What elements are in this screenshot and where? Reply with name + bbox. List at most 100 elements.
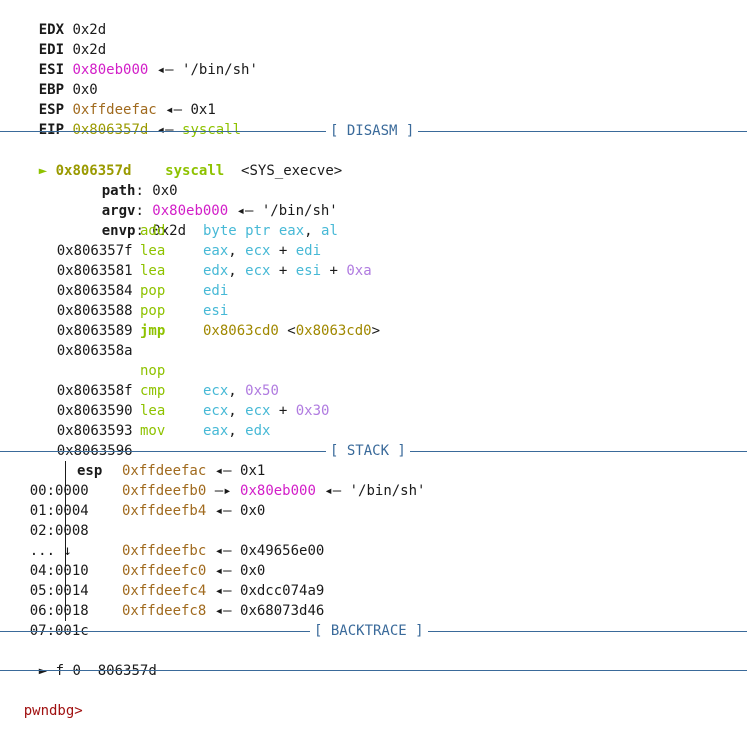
instruction-mnemonic: lea: [140, 263, 166, 279]
backtrace-title: [ BACKTRACE ]: [310, 621, 428, 641]
stack-address: 0xffdeefc0: [122, 563, 207, 579]
operand: edx: [203, 263, 229, 279]
stack-address: 0xffdeefb4: [122, 503, 207, 519]
operand: ecx: [245, 403, 271, 419]
jump-label-open: <: [287, 323, 296, 339]
jump-target: 0x8063cd0: [203, 323, 279, 339]
instruction-mnemonic: lea: [140, 403, 166, 419]
operand: eax: [278, 223, 305, 239]
register-esi: ESI 0x80eb000 ◂— '/bin/sh': [5, 40, 258, 78]
instruction-mnemonic: mov: [140, 423, 166, 439]
instruction-mnemonic: add: [140, 223, 166, 239]
operand-sep: ,: [304, 223, 322, 239]
frame-number: f 0: [55, 663, 81, 679]
stack-value: ◂— '/bin/sh': [324, 483, 426, 499]
stack-address: 0xffdeefc4: [122, 583, 207, 599]
operand-sep: ,: [228, 423, 246, 439]
operand-sep: +: [321, 263, 347, 279]
stack-address: 0xffdeefbc: [122, 543, 207, 559]
instruction-mnemonic: pop: [140, 303, 166, 319]
frame-marker: ►: [38, 663, 48, 679]
stack-row: 04:0010 0xffdeefbc ◂— 0x49656e00: [0, 541, 325, 579]
arg-annotation: ◂— '/bin/sh': [236, 203, 338, 219]
stack-row: 01:0004 0xffdeefb0 —▸ 0x80eb000 ◂— '/bin/…: [0, 481, 426, 519]
instruction-line: 0x8063584 lea edx, ecx + esi + 0xa: [23, 261, 372, 299]
command-prompt[interactable]: pwndbg>: [0, 681, 83, 719]
operand-sep: +: [270, 263, 296, 279]
operand-sep: +: [270, 243, 296, 259]
operand: ecx: [203, 403, 229, 419]
instruction-mnemonic: lea: [140, 243, 166, 259]
stack-section-header: [ STACK ]: [0, 441, 747, 461]
stack-value: ◂— 0x0: [214, 563, 266, 579]
instruction-line: 0x8063588 pop edi: [23, 281, 229, 319]
stack-address: 0xffdeefc8: [122, 603, 207, 619]
operand: esi: [295, 263, 322, 279]
operand-sep: ,: [228, 383, 246, 399]
register-annotation: ◂— '/bin/sh': [156, 62, 258, 78]
instruction-line: 0x8063581 lea eax, ecx + edi: [23, 241, 321, 279]
syscall-arg-argv: argv: 0x80eb000 ◂— '/bin/sh': [101, 203, 338, 219]
section-divider: [0, 670, 747, 671]
stack-value: ◂— 0x49656e00: [214, 543, 325, 559]
stack-ellipsis: ... ↓: [0, 521, 72, 559]
instruction-address: 0x806358a: [56, 343, 133, 359]
syscall-arg-path: path: 0x0: [101, 183, 178, 199]
register-edx: EDX 0x2d: [5, 0, 106, 38]
stack-row: 05:0014 0xffdeefc0 ◂— 0x0: [0, 561, 266, 599]
register-edi: EDI 0x2d: [5, 20, 106, 58]
jump-label: 0x8063cd0: [295, 323, 372, 339]
operand-sep: +: [270, 403, 296, 419]
operand: ecx: [245, 243, 271, 259]
instruction-line: 0x806358a jmp 0x8063cd0 <0x8063cd0>: [56, 323, 381, 359]
instruction-mnemonic: pop: [140, 283, 166, 299]
operand: al: [321, 223, 338, 239]
operand-sep: ,: [228, 403, 246, 419]
frame-address: 806357d: [97, 663, 157, 679]
stack-row: 02:0008 0xffdeefb4 ◂— 0x0: [0, 501, 266, 539]
stack-value: ◂— 0x0: [214, 503, 266, 519]
stack-value: ◂— 0x68073d46: [214, 603, 325, 619]
instruction-mnemonic: nop: [140, 363, 166, 379]
operand-sep: ,: [228, 243, 246, 259]
register-eip: EIP 0x806357d ◂— syscall: [5, 100, 241, 138]
stack-address: 0xffdeefac: [122, 463, 207, 479]
operand: ecx: [245, 263, 271, 279]
operand: eax: [203, 423, 229, 439]
operand-immediate: 0x50: [245, 383, 279, 399]
operand-immediate: 0x30: [295, 403, 330, 419]
instruction-line: 0x8063590 cmp ecx, 0x50: [23, 381, 279, 419]
instruction-line: 0x8063596 mov eax, edx: [23, 421, 271, 459]
operand: edx: [245, 423, 271, 439]
stack-arrow: —▸: [214, 483, 232, 499]
stack-value: ◂— 0x1: [214, 463, 266, 479]
backtrace-section-header: [ BACKTRACE ]: [0, 621, 747, 641]
register-esp: ESP 0xffdeefac ◂— 0x1: [5, 80, 216, 118]
disasm-section-header: [ DISASM ]: [0, 121, 747, 141]
stack-row: 07:001c 0xffdeefc8 ◂— 0x68073d46: [0, 601, 325, 639]
disasm-title: [ DISASM ]: [326, 121, 419, 141]
stack-row: 06:0018 0xffdeefc4 ◂— 0xdcc074a9: [0, 581, 325, 619]
operand-immediate: 0xa: [346, 263, 372, 279]
register-ebp: EBP 0x0: [5, 60, 98, 98]
instruction-line: 0x806358f nop: [23, 361, 166, 399]
stack-register: esp: [77, 463, 103, 479]
operand: ecx: [203, 383, 229, 399]
instruction-operand: <SYS_execve>: [241, 163, 343, 179]
instruction-mnemonic: jmp: [140, 323, 166, 339]
stack-value: ◂— 0xdcc074a9: [214, 583, 325, 599]
prompt-label[interactable]: pwndbg>: [24, 703, 83, 719]
operand: edi: [203, 283, 229, 299]
backtrace-frame: ► f 0 806357d: [5, 641, 157, 679]
instruction-line: 0x8063593 lea ecx, ecx + 0x30: [23, 401, 330, 439]
stack-row: 00:0000 esp 0xffdeefac ◂— 0x1: [0, 461, 266, 499]
operand: edi: [295, 243, 322, 259]
instruction-mnemonic: cmp: [140, 383, 166, 399]
instruction-line: 0x806357f add byte ptr eax, al: [23, 221, 338, 259]
operand: byte ptr: [203, 223, 279, 239]
stack-pointer: 0x80eb000: [240, 483, 316, 499]
terminal: EDX 0x2d EDI 0x2d ESI 0x80eb000 ◂— '/bin…: [0, 0, 747, 719]
operand: esi: [203, 303, 229, 319]
instruction-line: 0x8063589 pop esi: [23, 301, 229, 339]
operand: eax: [203, 243, 229, 259]
